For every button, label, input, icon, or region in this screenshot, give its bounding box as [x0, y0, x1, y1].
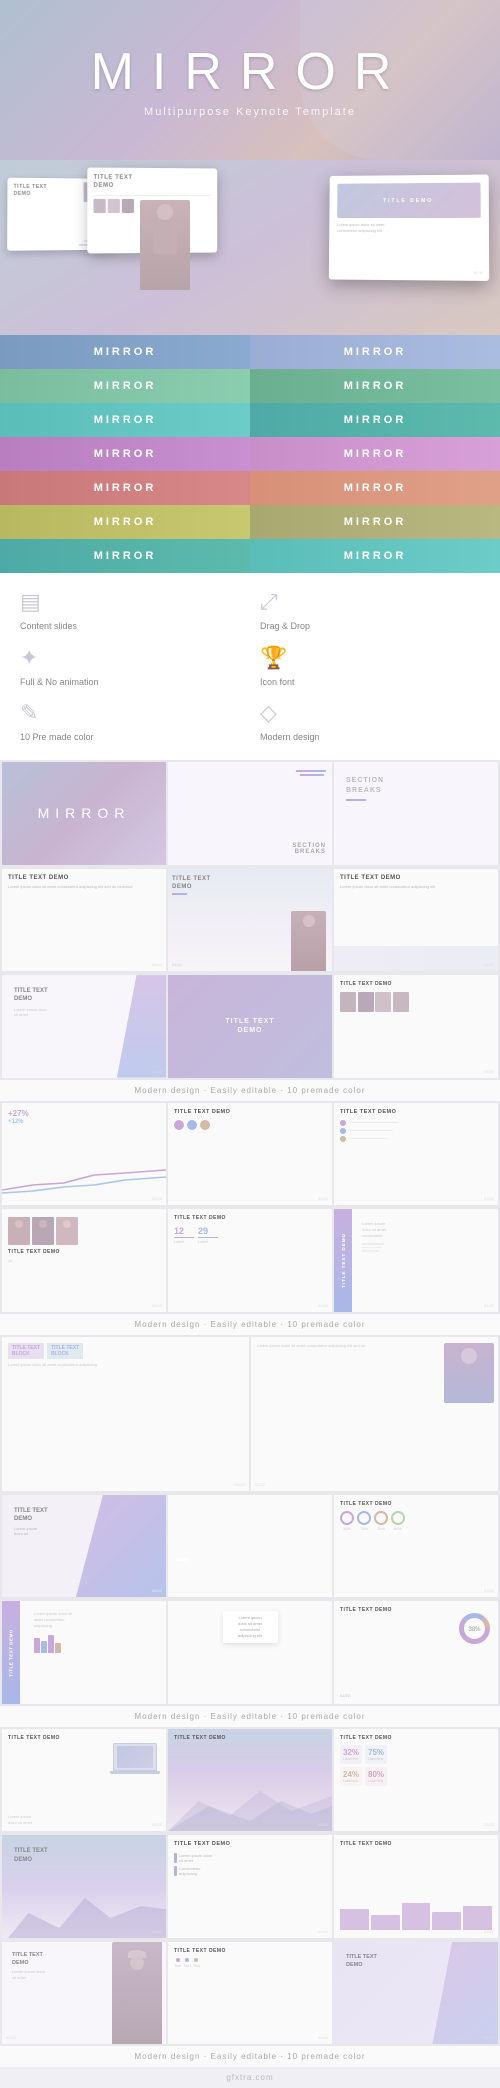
theme-item: MIRROR — [250, 505, 500, 539]
slides-grid-11: TITLE TEXTDEMO Lorem ipsum dolorsit amet… — [0, 1940, 500, 2047]
slide-title-plain: TITLE TEXT DEMO Lorem ipsum dolor sit am… — [334, 869, 498, 972]
feature-animation: ✦ Full & No animation — [20, 645, 240, 689]
slides-grid-5: TITLE TEXT DEMO 12 01/22 TITLE TEXT DEMO… — [0, 1207, 500, 1314]
theme-item: MIRROR — [250, 471, 500, 505]
content-slides-icon: ▤ — [20, 589, 41, 615]
slide-diag-1: TITLE TEXTDEMO Lorem ipsum dolorsit amet… — [2, 975, 166, 1078]
theme-item: MIRROR — [0, 403, 250, 437]
watermark-text: gfxtra.com — [6, 2073, 494, 2082]
slides-grid-1: MIRROR SECTION BREAKS SECTIONBREAKS — [0, 760, 500, 867]
slide-title-gradient-bar: TITLE TEXT DEMO Lorem ipsum dolorsit ame… — [168, 1835, 332, 1938]
tagline-1: Modern design · Easily editable · 10 pre… — [0, 1080, 500, 1101]
slide-diag-big: TITLE TEXTDEMO Lorem ipsumdolor sit 01/2… — [2, 1495, 166, 1598]
slide-column-photos: Label Label Label — [168, 1495, 332, 1598]
header-section: MIRROR Multipurpose Keynote Template — [0, 0, 500, 160]
slide-stat-numbers: TITLE TEXT DEMO 32% Label text 75% Label… — [334, 1729, 498, 1832]
slides-grid-6: TITLE TEXTBLOCK TITLE TEXTBLOCK Lorem ip… — [0, 1335, 500, 1493]
app-subtitle: Multipurpose Keynote Template — [144, 106, 356, 118]
icon-font-icon: 🏆 — [260, 645, 287, 671]
slide-photo-title: TITLE TEXTDEMO 01/22 — [168, 869, 332, 972]
slides-grid-3: TITLE TEXTDEMO Lorem ipsum dolorsit amet… — [0, 973, 500, 1080]
theme-item: MIRROR — [250, 335, 500, 369]
theme-item: MIRROR — [250, 369, 500, 403]
slide-bar-chart: TITLE TEXT DEMO 01/22 — [334, 1835, 498, 1938]
feature-label: Full & No animation — [20, 677, 99, 689]
theme-item: MIRROR — [0, 437, 250, 471]
slide-title-text-1: TITLE TEXT DEMO Lorem ipsum dolor sit am… — [2, 869, 166, 972]
modern-design-icon: ◇ — [260, 700, 277, 726]
theme-item: MIRROR — [250, 437, 500, 471]
slide-mirror-cover: MIRROR — [2, 762, 166, 865]
tagline-3: Modern design · Easily editable · 10 pre… — [0, 1706, 500, 1727]
feature-label: Icon font — [260, 677, 295, 689]
theme-item: MIRROR — [0, 505, 250, 539]
slides-grid-4: +27% +12% 01/22 TITLE TEXT DEMO 01/22 TI… — [0, 1101, 500, 1208]
slide-vertical-title: TITLE TEXT DEMO Lorem ipsumdolor sit ame… — [334, 1209, 498, 1312]
svg-text:38%: 38% — [468, 1627, 481, 1633]
feature-drag-drop: ⤢ Drag & Drop — [260, 589, 480, 633]
theme-item: MIRROR — [0, 369, 250, 403]
watermark-section: gfxtra.com — [0, 2067, 500, 2088]
slide-info-right: Lorem ipsum dolor sit amet consectetur a… — [251, 1337, 498, 1491]
feature-modern-design: ◇ Modern design — [260, 700, 480, 744]
slides-grid-8: TITLE TEXT DEMO Lorem ipsum dolor sitame… — [0, 1599, 500, 1706]
animation-icon: ✦ — [20, 645, 38, 671]
slide-title-block: TITLE TEXTBLOCK TITLE TEXTBLOCK Lorem ip… — [2, 1337, 249, 1491]
slide-hat-photo: TITLE TEXTDEMO Lorem ipsum dolorsit amet… — [2, 1942, 166, 2045]
slide-diag-gradient: TITLE TEXTDEMO — [168, 975, 332, 1078]
tagline-4: Modern design · Easily editable · 10 pre… — [0, 2046, 500, 2067]
slide-title-body-2: TITLE TEXT DEMO 01/22 — [334, 1103, 498, 1206]
slide-pie-chart: TITLE TEXT DEMO 38% 01/22 — [334, 1601, 498, 1704]
feature-premade-color: ✎ 10 Pre made color — [20, 700, 240, 744]
slides-grid-2: TITLE TEXT DEMO Lorem ipsum dolor sit am… — [0, 867, 500, 974]
feature-content-slides: ▤ Content slides — [20, 589, 240, 633]
feature-label: Modern design — [260, 732, 320, 744]
theme-item: MIRROR — [0, 471, 250, 505]
theme-item: MIRROR — [250, 539, 500, 573]
slide-landscape-title: TITLE TEXTDEMO 01/22 — [2, 1835, 166, 1938]
premade-color-icon: ✎ — [20, 700, 38, 726]
feature-label: Content slides — [20, 621, 77, 633]
slides-grid-7: TITLE TEXTDEMO Lorem ipsumdolor sit 01/2… — [0, 1493, 500, 1600]
slides-grid-9: TITLE TEXT DEMO Lorem ipsumdolor sit ame… — [0, 1727, 500, 1834]
slide-mountain-photo: TITLE TEXT DEMO 01/22 — [168, 1729, 332, 1832]
feature-label: Drag & Drop — [260, 621, 310, 633]
theme-item: MIRROR — [0, 335, 250, 369]
tagline-2: Modern design · Easily editable · 10 pre… — [0, 1314, 500, 1335]
slide-card: Lorem ipsumdolor sit ametconsecteturadip… — [168, 1601, 332, 1704]
slide-vertical-left: TITLE TEXT DEMO Lorem ipsum dolor sitame… — [2, 1601, 166, 1704]
slide-gradient-pie: TITLE TEXTDEMO 01/22 — [334, 1942, 498, 2045]
slide-photos-row: TITLE TEXT DEMO 01/22 — [334, 975, 498, 1078]
slide-numbers: TITLE TEXT DEMO 12 Label 29 Label 01/22 — [168, 1209, 332, 1312]
theme-item: MIRROR — [250, 403, 500, 437]
drag-drop-icon: ⤢ — [260, 589, 278, 615]
themes-section: MIRROR MIRROR MIRROR MIRROR MIRROR MIRRO… — [0, 335, 500, 573]
slide-laptop: TITLE TEXT DEMO Lorem ipsumdolor sit ame… — [2, 1729, 166, 1832]
slide-title-circles: TITLE TEXT DEMO Text Text Text 01/22 — [168, 1942, 332, 2045]
features-section: ▤ Content slides ⤢ Drag & Drop ✦ Full & … — [0, 573, 500, 760]
slide-circles-percent: TITLE TEXT DEMO 32% 75% 24% 80% 01/22 — [334, 1495, 498, 1598]
feature-label: 10 Pre made color — [20, 732, 94, 744]
slide-title-body-1: TITLE TEXT DEMO 01/22 — [168, 1103, 332, 1206]
feature-icon-font: 🏆 Icon font — [260, 645, 480, 689]
slide-chart-line: +27% +12% 01/22 — [2, 1103, 166, 1206]
slides-grid-10: TITLE TEXTDEMO 01/22 TITLE TEXT DEMO Lor… — [0, 1833, 500, 1940]
slide-section-break-plain: SECTIONBREAKS — [334, 762, 498, 865]
app-title: MIRROR — [91, 42, 410, 102]
preview-area: TITLE TEXTDEMO TITLE TEXTDEMO TITLE DEMO… — [0, 160, 500, 335]
slide-people-1: TITLE TEXT DEMO 12 01/22 — [2, 1209, 166, 1312]
slide-section-break-diag: SECTION BREAKS — [168, 762, 332, 865]
theme-item: MIRROR — [0, 539, 250, 573]
